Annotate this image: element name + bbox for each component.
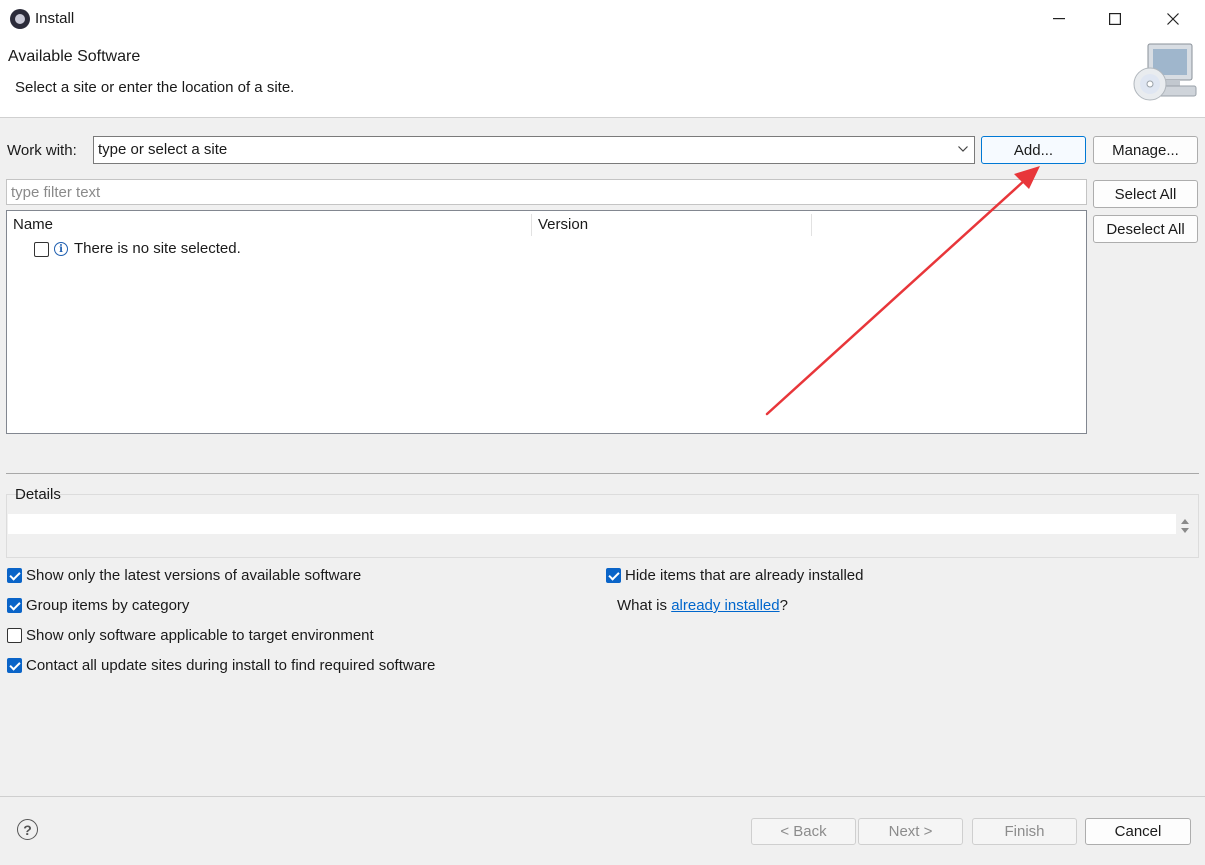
- page-subtitle: Select a site or enter the location of a…: [15, 79, 295, 96]
- contact-sites-checkbox[interactable]: [7, 658, 22, 673]
- cancel-button[interactable]: Cancel: [1085, 818, 1191, 845]
- column-header-name[interactable]: Name: [13, 216, 53, 233]
- eclipse-app-icon: [10, 9, 30, 29]
- wizard-header: Available Software Select a site or ente…: [0, 38, 1205, 118]
- latest-versions-label[interactable]: Show only the latest versions of availab…: [26, 567, 361, 584]
- latest-versions-checkbox[interactable]: [7, 568, 22, 583]
- title-bar: Install: [0, 0, 1205, 38]
- work-with-value: type or select a site: [98, 141, 228, 158]
- chevron-down-icon[interactable]: [958, 146, 968, 152]
- details-label: Details: [15, 486, 61, 503]
- computer-cd-icon: [1133, 43, 1197, 101]
- work-with-combo[interactable]: type or select a site: [93, 136, 975, 164]
- footer-divider: [0, 796, 1205, 797]
- back-button[interactable]: < Back: [751, 818, 856, 845]
- divider: [6, 473, 1199, 474]
- maximize-button[interactable]: [1092, 4, 1138, 34]
- scroll-arrows-icon[interactable]: [1180, 517, 1190, 535]
- row-checkbox[interactable]: [34, 242, 49, 257]
- filter-field[interactable]: [6, 179, 1087, 205]
- minimize-button[interactable]: [1036, 4, 1082, 34]
- what-is-suffix: ?: [779, 597, 788, 614]
- contact-sites-label[interactable]: Contact all update sites during install …: [26, 657, 435, 674]
- column-separator[interactable]: [531, 214, 532, 236]
- what-is-installed-text: What is already installed?: [617, 597, 788, 614]
- group-by-category-label[interactable]: Group items by category: [26, 597, 189, 614]
- next-button[interactable]: Next >: [858, 818, 963, 845]
- target-env-label[interactable]: Show only software applicable to target …: [26, 627, 374, 644]
- column-header-version[interactable]: Version: [538, 216, 588, 233]
- finish-button[interactable]: Finish: [972, 818, 1077, 845]
- what-is-prefix: What is: [617, 597, 672, 614]
- target-env-checkbox[interactable]: [7, 628, 22, 643]
- hide-installed-label[interactable]: Hide items that are already installed: [625, 567, 863, 584]
- already-installed-link[interactable]: already installed: [671, 597, 779, 614]
- manage-button[interactable]: Manage...: [1093, 136, 1198, 164]
- work-with-label: Work with:: [7, 142, 77, 159]
- close-button[interactable]: [1150, 4, 1196, 34]
- minimize-icon: [1053, 18, 1065, 20]
- select-all-button[interactable]: Select All: [1093, 180, 1198, 208]
- hide-installed-checkbox[interactable]: [606, 568, 621, 583]
- add-button[interactable]: Add...: [981, 136, 1086, 164]
- page-title: Available Software: [8, 48, 141, 65]
- window-title: Install: [35, 10, 75, 27]
- deselect-all-button[interactable]: Deselect All: [1093, 215, 1198, 243]
- info-icon: i: [54, 242, 68, 256]
- software-table[interactable]: Name Version i There is no site selected…: [6, 210, 1087, 434]
- filter-input[interactable]: [7, 180, 1086, 204]
- help-icon[interactable]: ?: [17, 819, 38, 840]
- group-by-category-checkbox[interactable]: [7, 598, 22, 613]
- maximize-icon: [1109, 13, 1121, 25]
- column-separator[interactable]: [811, 214, 812, 236]
- details-text-area[interactable]: [8, 514, 1176, 534]
- close-icon: [1167, 13, 1179, 25]
- table-row-text: There is no site selected.: [74, 240, 241, 257]
